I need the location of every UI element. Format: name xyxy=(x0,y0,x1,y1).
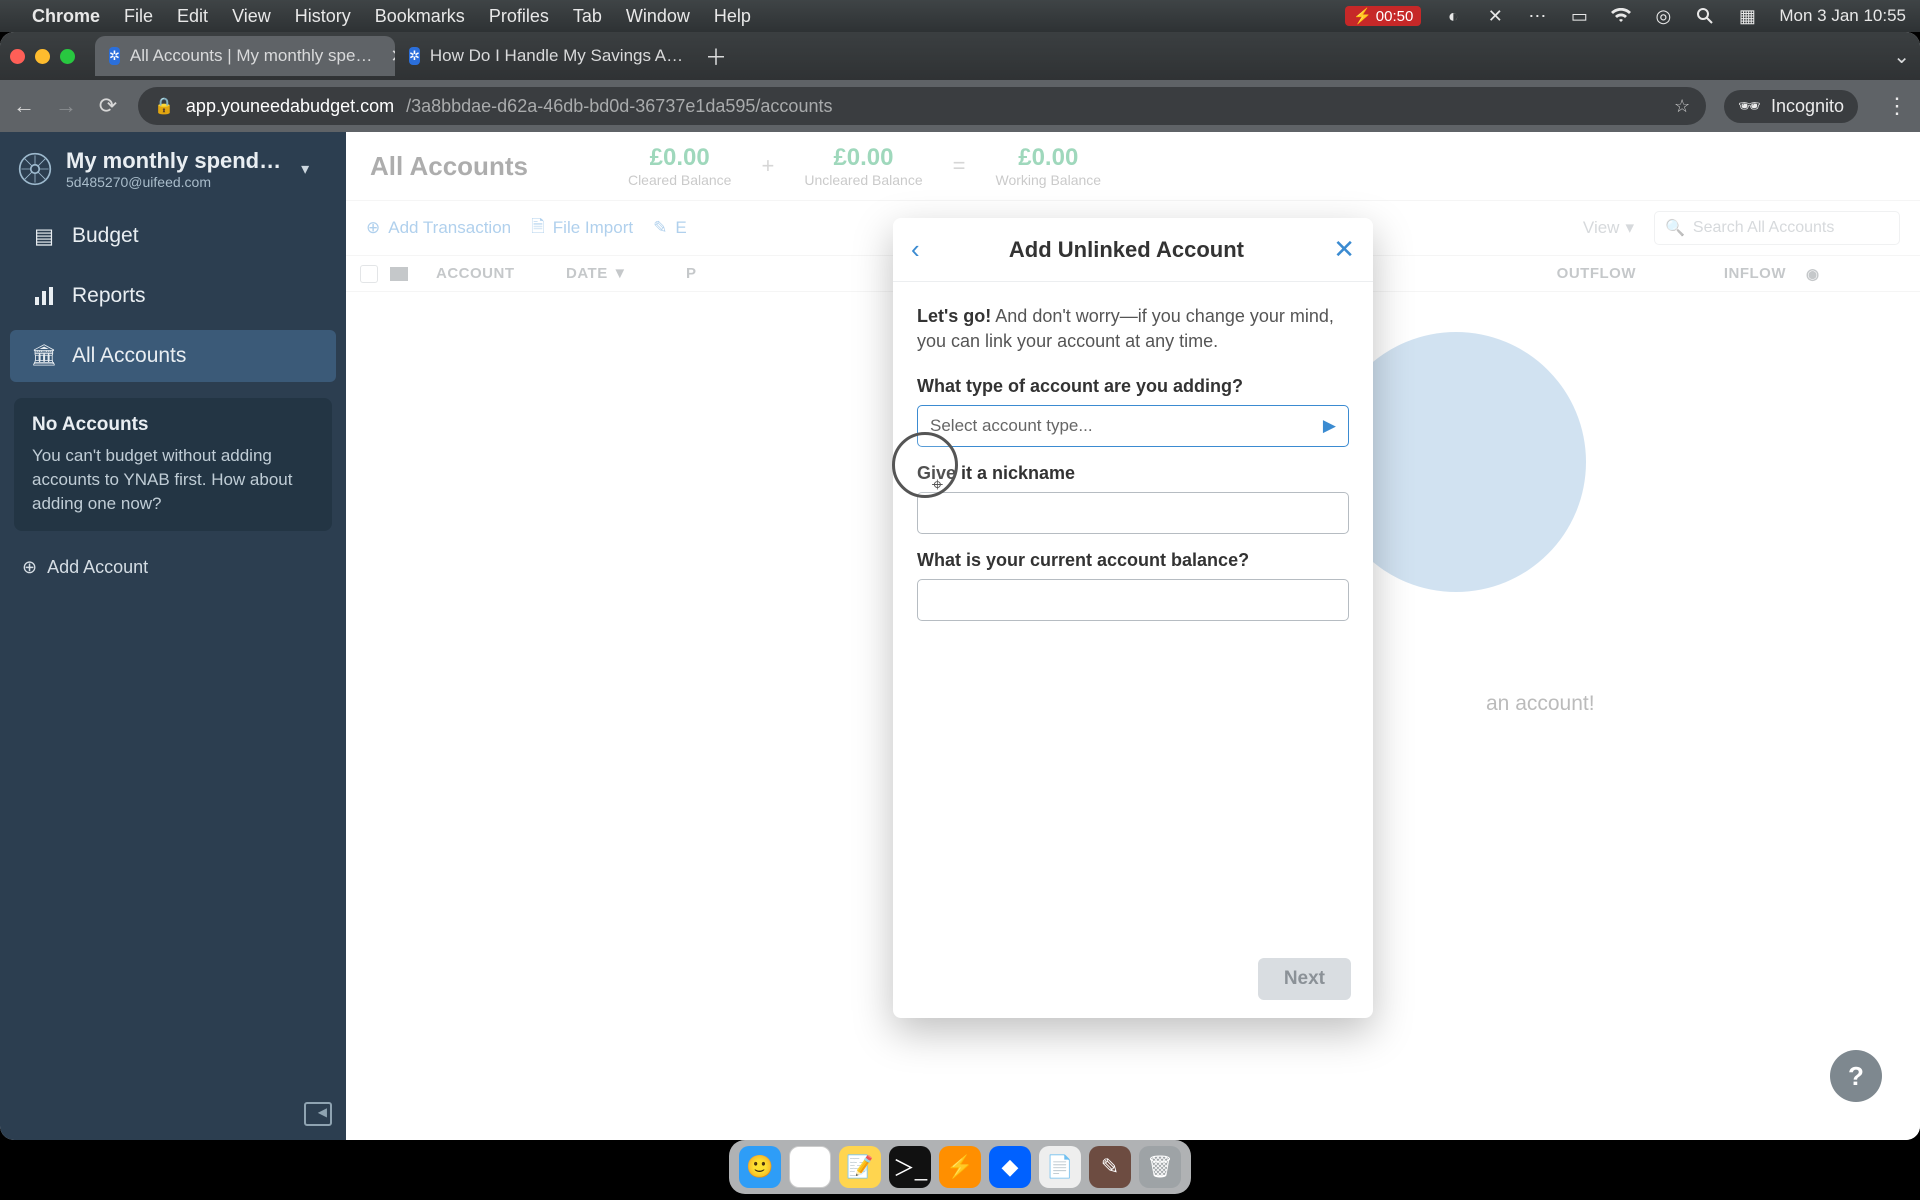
modal-title: Add Unlinked Account xyxy=(920,237,1334,263)
chevron-down-icon: ▾ xyxy=(301,159,309,179)
budget-name: My monthly spend… xyxy=(66,148,281,174)
next-button[interactable]: Next xyxy=(1258,958,1351,1000)
wifi-icon[interactable] xyxy=(1611,6,1631,26)
collapse-sidebar-button[interactable] xyxy=(0,1088,346,1140)
window-close[interactable] xyxy=(10,49,25,64)
main-panel: All Accounts £0.00 Cleared Balance + £0.… xyxy=(346,132,1920,1140)
tab-1[interactable]: ✲ All Accounts | My monthly spe… ✕ xyxy=(95,36,395,76)
dock-terminal[interactable]: ＞_ xyxy=(889,1146,931,1188)
budget-icon: ▤ xyxy=(32,224,56,248)
dock: 🙂 ◉ 📝 ＞_ ⚡ ◆ 📄 ✎ 🗑 xyxy=(729,1140,1191,1194)
bookmark-star-icon[interactable]: ☆ xyxy=(1674,96,1690,117)
tab-title: All Accounts | My monthly spe… xyxy=(130,46,373,66)
tab-strip: ✲ All Accounts | My monthly spe… ✕ ✲ How… xyxy=(0,32,1920,80)
chrome-menu-button[interactable]: ⋮ xyxy=(1886,93,1908,119)
incognito-icon: 🕶 xyxy=(1738,96,1761,117)
siri-icon[interactable]: ▦ xyxy=(1737,6,1757,26)
triangle-right-icon: ▶ xyxy=(1323,416,1336,436)
budget-email: 5d485270@uifeed.com xyxy=(66,174,281,190)
dock-trash[interactable]: 🗑 xyxy=(1139,1146,1181,1188)
dock-app-8[interactable]: ✎ xyxy=(1089,1146,1131,1188)
new-tab-button[interactable]: ＋ xyxy=(705,40,727,72)
dock-notes[interactable]: 📝 xyxy=(839,1146,881,1188)
tab-title: How Do I Handle My Savings A… xyxy=(430,46,683,66)
menu-bookmarks[interactable]: Bookmarks xyxy=(375,6,465,27)
favicon-icon: ✲ xyxy=(109,47,120,65)
menu-help[interactable]: Help xyxy=(714,6,751,27)
address-bar[interactable]: 🔒 app.youneedabudget.com/3a8bbdae-d62a-4… xyxy=(138,87,1706,125)
modal-close-button[interactable]: ✕ xyxy=(1333,234,1355,265)
label-balance: What is your current account balance? xyxy=(917,550,1349,571)
battery-time: 00:50 xyxy=(1376,8,1414,25)
toolbar: ← → ⟳ 🔒 app.youneedabudget.com/3a8bbdae-… xyxy=(0,80,1920,132)
budget-switcher[interactable]: My monthly spend… 5d485270@uifeed.com ▾ xyxy=(0,132,346,206)
favicon-icon: ✲ xyxy=(409,47,420,65)
status-icon-4[interactable]: ▭ xyxy=(1569,6,1589,26)
window-minimize[interactable] xyxy=(35,49,50,64)
status-icon-1[interactable]: ◐ xyxy=(1443,6,1463,26)
modal-lead: Let's go! And don't worry—if you change … xyxy=(917,304,1349,354)
plus-circle-icon: ⊕ xyxy=(22,557,37,578)
dock-app-5[interactable]: ⚡ xyxy=(939,1146,981,1188)
ynab-app: My monthly spend… 5d485270@uifeed.com ▾ … xyxy=(0,132,1920,1140)
dock-chrome[interactable]: ◉ xyxy=(789,1146,831,1188)
dock-app-6[interactable]: ◆ xyxy=(989,1146,1031,1188)
label-account-type: What type of account are you adding? xyxy=(917,376,1349,397)
nav-label: Budget xyxy=(72,224,139,248)
tab-2[interactable]: ✲ How Do I Handle My Savings A… ✕ xyxy=(395,36,695,76)
url-host: app.youneedabudget.com xyxy=(186,96,394,117)
no-accounts-card: No Accounts You can't budget without add… xyxy=(14,398,332,531)
help-button[interactable]: ? xyxy=(1830,1050,1882,1102)
bank-icon: 🏛 xyxy=(32,344,56,368)
dock-finder[interactable]: 🙂 xyxy=(739,1146,781,1188)
forward-button: → xyxy=(54,93,78,119)
browser-window: ✲ All Accounts | My monthly spe… ✕ ✲ How… xyxy=(0,32,1920,1140)
nav-label: Reports xyxy=(72,284,146,308)
battery-indicator[interactable]: ⚡00:50 xyxy=(1345,6,1421,26)
dropdown-placeholder: Select account type... xyxy=(930,416,1093,436)
dock-app-7[interactable]: 📄 xyxy=(1039,1146,1081,1188)
menu-profiles[interactable]: Profiles xyxy=(489,6,549,27)
status-icon-2[interactable]: ✕ xyxy=(1485,6,1505,26)
menu-edit[interactable]: Edit xyxy=(177,6,208,27)
tab-overflow-icon[interactable]: ⌄ xyxy=(1893,44,1910,69)
modal-back-button[interactable]: ‹ xyxy=(911,234,920,265)
ynab-logo-icon xyxy=(18,152,52,186)
add-account-button[interactable]: ⊕ Add Account xyxy=(22,557,324,578)
nickname-input[interactable] xyxy=(917,492,1349,534)
back-button[interactable]: ← xyxy=(12,93,36,119)
incognito-label: Incognito xyxy=(1771,96,1844,117)
menu-history[interactable]: History xyxy=(295,6,351,27)
macos-menubar: Chrome File Edit View History Bookmarks … xyxy=(0,0,1920,32)
menu-view[interactable]: View xyxy=(232,6,271,27)
menu-file[interactable]: File xyxy=(124,6,153,27)
nav-label: All Accounts xyxy=(72,344,186,368)
lead-bold: Let's go! xyxy=(917,306,991,326)
lock-icon[interactable]: 🔒 xyxy=(154,96,174,116)
nav-all-accounts[interactable]: 🏛 All Accounts xyxy=(10,330,336,382)
account-type-dropdown[interactable]: Select account type... ▶ xyxy=(917,405,1349,447)
menu-tab[interactable]: Tab xyxy=(573,6,602,27)
menu-window[interactable]: Window xyxy=(626,6,690,27)
window-zoom[interactable] xyxy=(60,49,75,64)
reload-button[interactable]: ⟳ xyxy=(96,93,120,119)
menubar-app[interactable]: Chrome xyxy=(32,6,100,27)
reports-icon xyxy=(32,284,56,308)
label-nickname: Give it a nickname xyxy=(917,463,1349,484)
add-account-label: Add Account xyxy=(47,557,148,578)
control-center-icon[interactable]: ◎ xyxy=(1653,6,1673,26)
spotlight-icon[interactable] xyxy=(1695,6,1715,26)
url-path: /3a8bbdae-d62a-46db-bd0d-36737e1da595/ac… xyxy=(406,96,832,117)
nav-budget[interactable]: ▤ Budget xyxy=(10,210,336,262)
balance-input[interactable] xyxy=(917,579,1349,621)
menubar-clock[interactable]: Mon 3 Jan 10:55 xyxy=(1779,6,1906,26)
card-text: You can't budget without adding accounts… xyxy=(32,444,314,515)
status-icon-3[interactable]: ⋯ xyxy=(1527,6,1547,26)
incognito-badge[interactable]: 🕶 Incognito xyxy=(1724,90,1858,123)
sidebar: My monthly spend… 5d485270@uifeed.com ▾ … xyxy=(0,132,346,1140)
card-title: No Accounts xyxy=(32,414,314,436)
nav-reports[interactable]: Reports xyxy=(10,270,336,322)
add-unlinked-account-modal: ‹ Add Unlinked Account ✕ Let's go! And d… xyxy=(893,218,1373,1018)
